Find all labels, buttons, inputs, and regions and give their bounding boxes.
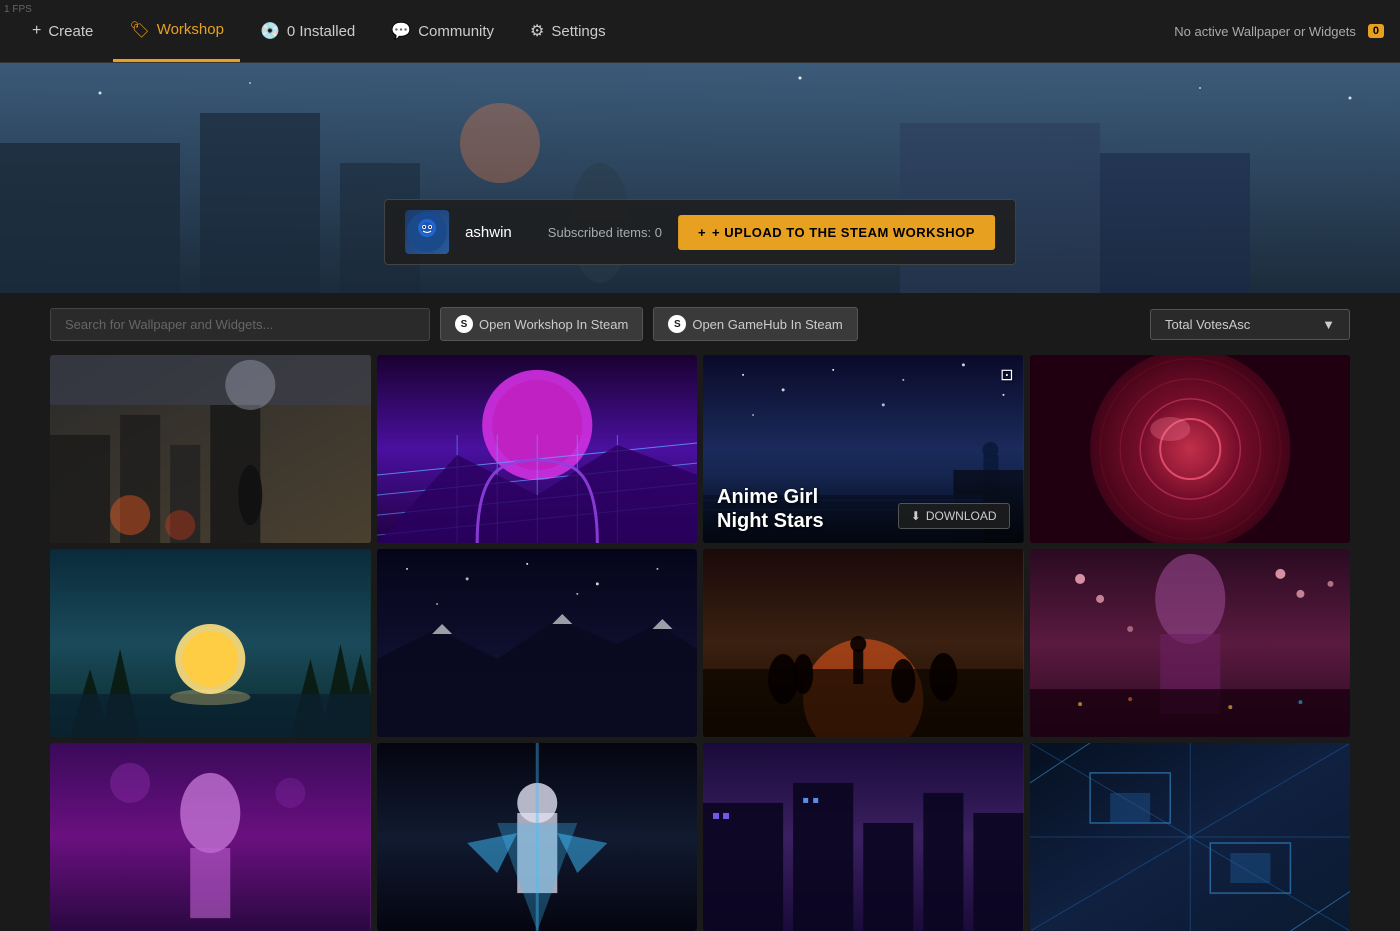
nav-workshop[interactable]: 🏷 Workshop xyxy=(113,0,240,62)
grid-item-4[interactable] xyxy=(1030,355,1351,543)
grid-item-9[interactable] xyxy=(50,743,371,931)
open-workshop-label: Open Workshop In Steam xyxy=(479,317,628,332)
grid-item-12[interactable] xyxy=(1030,743,1351,931)
steam-icon: S xyxy=(455,315,473,333)
upload-workshop-button[interactable]: + + UPLOAD TO THE STEAM WORKSHOP xyxy=(678,215,995,250)
top-navigation: 1 FPS + Create 🏷 Workshop 💿 0 Installed … xyxy=(0,0,1400,63)
search-input[interactable] xyxy=(50,308,430,341)
nav-create[interactable]: + Create xyxy=(16,0,109,62)
nav-workshop-label: Workshop xyxy=(157,21,224,38)
grid-item-3[interactable]: Anime GirlNight Stars ⊡ ⬇ DOWNLOAD xyxy=(703,355,1024,543)
hero-profile-bar: ashwin Subscribed items: 0 + + UPLOAD TO… xyxy=(384,199,1016,265)
sort-dropdown[interactable]: Total VotesAsc ▼ xyxy=(1150,309,1350,340)
create-icon: + xyxy=(32,22,41,40)
nav-create-label: Create xyxy=(48,23,93,40)
grid-item-11[interactable] xyxy=(703,743,1024,931)
grid-item-2[interactable] xyxy=(377,355,698,543)
chevron-down-icon: ▼ xyxy=(1322,317,1335,332)
nav-settings[interactable]: ⚙ Settings xyxy=(514,0,622,62)
profile-name: ashwin xyxy=(465,224,512,241)
hero-banner: ashwin Subscribed items: 0 + + UPLOAD TO… xyxy=(0,63,1400,293)
open-gamehub-label: Open GameHub In Steam xyxy=(692,317,842,332)
nav-community[interactable]: 💬 Community xyxy=(375,0,510,62)
upload-icon: + xyxy=(698,225,706,240)
download-button-3[interactable]: ⬇ DOWNLOAD xyxy=(898,503,1010,529)
download-label: DOWNLOAD xyxy=(926,509,997,523)
grid-item-6[interactable] xyxy=(377,549,698,737)
nav-community-label: Community xyxy=(418,23,494,40)
download-icon: ⬇ xyxy=(911,509,921,523)
status-text: No active Wallpaper or Widgets xyxy=(1174,24,1356,39)
settings-icon: ⚙ xyxy=(530,21,544,41)
external-link-icon: ⊡ xyxy=(1000,365,1013,385)
grid-item-10[interactable] xyxy=(377,743,698,931)
community-icon: 💬 xyxy=(391,21,411,41)
installed-icon: 💿 xyxy=(260,21,280,41)
grid-item-5[interactable] xyxy=(50,549,371,737)
grid-item-8[interactable] xyxy=(1030,549,1351,737)
nav-installed-label: 0 Installed xyxy=(287,23,355,40)
wallpaper-grid: Anime GirlNight Stars ⊡ ⬇ DOWNLOAD xyxy=(0,355,1400,931)
avatar xyxy=(405,210,449,254)
open-gamehub-button[interactable]: S Open GameHub In Steam xyxy=(653,307,857,341)
upload-btn-label: + UPLOAD TO THE STEAM WORKSHOP xyxy=(712,225,975,240)
workshop-icon: 🏷 xyxy=(129,20,149,40)
open-workshop-button[interactable]: S Open Workshop In Steam xyxy=(440,307,643,341)
status-badge: 0 xyxy=(1368,24,1384,38)
nav-status: No active Wallpaper or Widgets 0 xyxy=(1174,24,1384,39)
profile-subscribed: Subscribed items: 0 xyxy=(548,225,662,240)
gamehub-steam-icon: S xyxy=(668,315,686,333)
nav-installed[interactable]: 💿 0 Installed xyxy=(244,0,371,62)
toolbar: S Open Workshop In Steam S Open GameHub … xyxy=(0,293,1400,355)
nav-settings-label: Settings xyxy=(551,23,605,40)
sort-label: Total VotesAsc xyxy=(1165,317,1250,332)
grid-item-7[interactable] xyxy=(703,549,1024,737)
grid-item-1[interactable] xyxy=(50,355,371,543)
